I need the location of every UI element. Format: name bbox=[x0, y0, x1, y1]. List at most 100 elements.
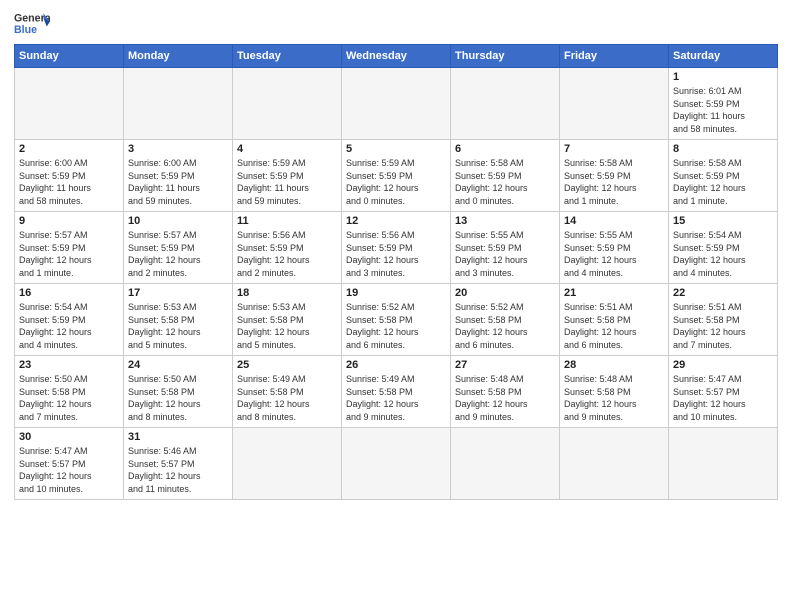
calendar-table: SundayMondayTuesdayWednesdayThursdayFrid… bbox=[14, 44, 778, 500]
weekday-header-thursday: Thursday bbox=[451, 45, 560, 68]
day-number: 4 bbox=[237, 143, 337, 155]
day-number: 19 bbox=[346, 287, 446, 299]
day-info: Sunrise: 5:50 AM Sunset: 5:58 PM Dayligh… bbox=[128, 373, 228, 423]
day-cell: 7 Sunrise: 5:58 AM Sunset: 5:59 PM Daylig… bbox=[560, 140, 669, 212]
week-row-3: 16Sunrise: 5:54 AM Sunset: 5:59 PM Dayli… bbox=[15, 284, 778, 356]
day-cell bbox=[233, 428, 342, 500]
day-cell bbox=[560, 428, 669, 500]
day-cell: 26 Sunrise: 5:49 AM Sunset: 5:58 PM Dayli… bbox=[342, 356, 451, 428]
day-cell bbox=[669, 428, 778, 500]
weekday-header-monday: Monday bbox=[124, 45, 233, 68]
day-number: 15 bbox=[673, 215, 773, 227]
logo: General Blue bbox=[14, 10, 50, 38]
day-number: 31 bbox=[128, 431, 228, 443]
day-cell: 15 Sunrise: 5:54 AM Sunset: 5:59 PM Dayli… bbox=[669, 212, 778, 284]
day-cell: 13 Sunrise: 5:55 AM Sunset: 5:59 PM Dayli… bbox=[451, 212, 560, 284]
day-number: 21 bbox=[564, 287, 664, 299]
day-cell: 22Sunrise: 5:51 AM Sunset: 5:58 PM Dayli… bbox=[669, 284, 778, 356]
day-info: Sunrise: 5:58 AM Sunset: 5:59 PM Dayligh… bbox=[455, 157, 555, 207]
day-info: Sunrise: 5:52 AM Sunset: 5:58 PM Dayligh… bbox=[455, 301, 555, 351]
day-info: Sunrise: 5:57 AM Sunset: 5:59 PM Dayligh… bbox=[128, 229, 228, 279]
day-info: Sunrise: 5:58 AM Sunset: 5:59 PM Dayligh… bbox=[564, 157, 664, 207]
day-info: Sunrise: 5:46 AM Sunset: 5:57 PM Dayligh… bbox=[128, 445, 228, 495]
day-cell: 1 Sunrise: 6:01 AM Sunset: 5:59 PM Daylig… bbox=[669, 68, 778, 140]
day-number: 2 bbox=[19, 143, 119, 155]
day-cell: 27Sunrise: 5:48 AM Sunset: 5:58 PM Dayli… bbox=[451, 356, 560, 428]
weekday-header-saturday: Saturday bbox=[669, 45, 778, 68]
day-cell: 4 Sunrise: 5:59 AM Sunset: 5:59 PM Daylig… bbox=[233, 140, 342, 212]
generalblue-logo-icon: General Blue bbox=[14, 10, 50, 38]
day-cell: 17 Sunrise: 5:53 AM Sunset: 5:58 PM Dayli… bbox=[124, 284, 233, 356]
day-cell: 12 Sunrise: 5:56 AM Sunset: 5:59 PM Dayli… bbox=[342, 212, 451, 284]
weekday-header-sunday: Sunday bbox=[15, 45, 124, 68]
day-number: 7 bbox=[564, 143, 664, 155]
day-number: 3 bbox=[128, 143, 228, 155]
day-cell: 9 Sunrise: 5:57 AM Sunset: 5:59 PM Daylig… bbox=[15, 212, 124, 284]
week-row-2: 9 Sunrise: 5:57 AM Sunset: 5:59 PM Daylig… bbox=[15, 212, 778, 284]
day-cell: 28Sunrise: 5:48 AM Sunset: 5:58 PM Dayli… bbox=[560, 356, 669, 428]
weekday-header-tuesday: Tuesday bbox=[233, 45, 342, 68]
day-cell: 24 Sunrise: 5:50 AM Sunset: 5:58 PM Dayli… bbox=[124, 356, 233, 428]
day-cell: 14 Sunrise: 5:55 AM Sunset: 5:59 PM Dayli… bbox=[560, 212, 669, 284]
day-cell: 5 Sunrise: 5:59 AM Sunset: 5:59 PM Daylig… bbox=[342, 140, 451, 212]
day-number: 9 bbox=[19, 215, 119, 227]
day-number: 23 bbox=[19, 359, 119, 371]
day-number: 10 bbox=[128, 215, 228, 227]
day-info: Sunrise: 5:59 AM Sunset: 5:59 PM Dayligh… bbox=[237, 157, 337, 207]
day-cell: 11Sunrise: 5:56 AM Sunset: 5:59 PM Dayli… bbox=[233, 212, 342, 284]
day-info: Sunrise: 5:52 AM Sunset: 5:58 PM Dayligh… bbox=[346, 301, 446, 351]
day-number: 5 bbox=[346, 143, 446, 155]
day-number: 27 bbox=[455, 359, 555, 371]
week-row-5: 30Sunrise: 5:47 AM Sunset: 5:57 PM Dayli… bbox=[15, 428, 778, 500]
day-info: Sunrise: 5:47 AM Sunset: 5:57 PM Dayligh… bbox=[19, 445, 119, 495]
day-cell: 2 Sunrise: 6:00 AM Sunset: 5:59 PM Daylig… bbox=[15, 140, 124, 212]
day-number: 29 bbox=[673, 359, 773, 371]
day-cell bbox=[342, 68, 451, 140]
week-row-1: 2 Sunrise: 6:00 AM Sunset: 5:59 PM Daylig… bbox=[15, 140, 778, 212]
day-number: 1 bbox=[673, 71, 773, 83]
day-info: Sunrise: 6:00 AM Sunset: 5:59 PM Dayligh… bbox=[19, 157, 119, 207]
day-number: 26 bbox=[346, 359, 446, 371]
day-number: 17 bbox=[128, 287, 228, 299]
day-cell: 16Sunrise: 5:54 AM Sunset: 5:59 PM Dayli… bbox=[15, 284, 124, 356]
day-cell: 6 Sunrise: 5:58 AM Sunset: 5:59 PM Daylig… bbox=[451, 140, 560, 212]
day-number: 8 bbox=[673, 143, 773, 155]
day-info: Sunrise: 5:55 AM Sunset: 5:59 PM Dayligh… bbox=[455, 229, 555, 279]
day-info: Sunrise: 5:59 AM Sunset: 5:59 PM Dayligh… bbox=[346, 157, 446, 207]
day-cell bbox=[451, 68, 560, 140]
day-cell: 21Sunrise: 5:51 AM Sunset: 5:58 PM Dayli… bbox=[560, 284, 669, 356]
day-number: 14 bbox=[564, 215, 664, 227]
day-cell: 20Sunrise: 5:52 AM Sunset: 5:58 PM Dayli… bbox=[451, 284, 560, 356]
day-cell: 29 Sunrise: 5:47 AM Sunset: 5:57 PM Dayli… bbox=[669, 356, 778, 428]
page: General Blue SundayMondayTuesdayWednesda… bbox=[0, 0, 792, 510]
day-cell: 23 Sunrise: 5:50 AM Sunset: 5:58 PM Dayli… bbox=[15, 356, 124, 428]
day-info: Sunrise: 5:58 AM Sunset: 5:59 PM Dayligh… bbox=[673, 157, 773, 207]
day-cell: 10 Sunrise: 5:57 AM Sunset: 5:59 PM Dayli… bbox=[124, 212, 233, 284]
day-number: 6 bbox=[455, 143, 555, 155]
day-cell bbox=[560, 68, 669, 140]
day-number: 13 bbox=[455, 215, 555, 227]
day-info: Sunrise: 5:54 AM Sunset: 5:59 PM Dayligh… bbox=[19, 301, 119, 351]
day-cell: 25Sunrise: 5:49 AM Sunset: 5:58 PM Dayli… bbox=[233, 356, 342, 428]
day-info: Sunrise: 5:49 AM Sunset: 5:58 PM Dayligh… bbox=[346, 373, 446, 423]
svg-text:Blue: Blue bbox=[14, 24, 37, 36]
day-cell: 30Sunrise: 5:47 AM Sunset: 5:57 PM Dayli… bbox=[15, 428, 124, 500]
day-cell: 8 Sunrise: 5:58 AM Sunset: 5:59 PM Daylig… bbox=[669, 140, 778, 212]
day-info: Sunrise: 5:55 AM Sunset: 5:59 PM Dayligh… bbox=[564, 229, 664, 279]
day-info: Sunrise: 5:49 AM Sunset: 5:58 PM Dayligh… bbox=[237, 373, 337, 423]
day-info: Sunrise: 5:56 AM Sunset: 5:59 PM Dayligh… bbox=[237, 229, 337, 279]
week-row-4: 23 Sunrise: 5:50 AM Sunset: 5:58 PM Dayli… bbox=[15, 356, 778, 428]
day-info: Sunrise: 5:50 AM Sunset: 5:58 PM Dayligh… bbox=[19, 373, 119, 423]
day-cell bbox=[124, 68, 233, 140]
day-info: Sunrise: 6:01 AM Sunset: 5:59 PM Dayligh… bbox=[673, 85, 773, 135]
day-info: Sunrise: 5:53 AM Sunset: 5:58 PM Dayligh… bbox=[128, 301, 228, 351]
day-cell bbox=[342, 428, 451, 500]
day-info: Sunrise: 5:57 AM Sunset: 5:59 PM Dayligh… bbox=[19, 229, 119, 279]
day-cell: 19 Sunrise: 5:52 AM Sunset: 5:58 PM Dayli… bbox=[342, 284, 451, 356]
day-info: Sunrise: 5:56 AM Sunset: 5:59 PM Dayligh… bbox=[346, 229, 446, 279]
day-info: Sunrise: 5:54 AM Sunset: 5:59 PM Dayligh… bbox=[673, 229, 773, 279]
day-cell: 31 Sunrise: 5:46 AM Sunset: 5:57 PM Dayli… bbox=[124, 428, 233, 500]
day-info: Sunrise: 5:47 AM Sunset: 5:57 PM Dayligh… bbox=[673, 373, 773, 423]
day-number: 24 bbox=[128, 359, 228, 371]
day-number: 12 bbox=[346, 215, 446, 227]
